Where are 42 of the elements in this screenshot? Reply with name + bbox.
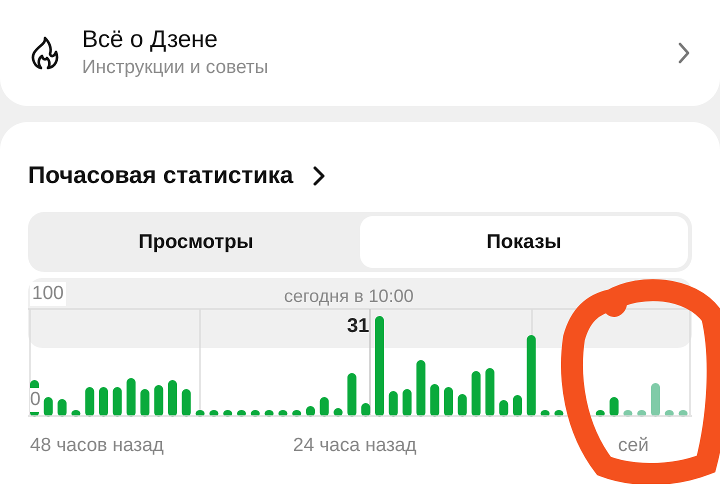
segment-tab[interactable]: Просмотры [32, 216, 360, 268]
chart-bar [126, 378, 136, 417]
chart-bar [513, 395, 522, 417]
chart-bar [416, 360, 426, 417]
chart-bar [610, 397, 619, 417]
chart-bar [44, 397, 53, 417]
tooltip-time: сегодня в 10:00 [284, 285, 414, 308]
axis-label: 0 [30, 388, 41, 412]
chart-bar [347, 373, 356, 417]
chart-bar [499, 400, 508, 417]
chart-bar [182, 389, 191, 417]
card-subtitle: Инструкции и советы [82, 56, 270, 80]
chart-bar [651, 383, 660, 417]
chart-bar [472, 371, 481, 417]
chart-bar [306, 406, 315, 417]
info-card[interactable]: Всё о Дзене Инструкции и советы [0, 0, 720, 106]
chart-bar [388, 391, 398, 417]
chart-bar [361, 403, 370, 417]
segment-tab[interactable]: Показы [360, 216, 688, 268]
tooltip-value: 31 [347, 314, 370, 338]
section-title: Почасовая статистика [28, 161, 294, 191]
chart-bar [58, 399, 67, 417]
axis-label: 100 [30, 282, 66, 306]
chart-bar [99, 387, 108, 417]
chart-bar [458, 394, 467, 417]
axis-label: сей [618, 434, 649, 458]
chart-bar [485, 368, 494, 417]
chevron-right-icon[interactable] [313, 166, 326, 186]
chart-bar [430, 384, 440, 417]
chevron-right-icon [678, 42, 690, 64]
chart-bar [85, 387, 94, 417]
flame-icon [30, 36, 60, 70]
axis-label: 24 часа назад [293, 434, 416, 458]
chart-bar [444, 387, 453, 417]
chart-bar [168, 380, 177, 417]
chart-bar [320, 397, 329, 417]
chart-bar [402, 389, 412, 417]
chart-bar [112, 387, 122, 417]
card-title: Всё о Дзене [82, 25, 219, 55]
chart-bar [140, 389, 150, 417]
chart-bar [154, 385, 164, 417]
axis-label: 48 часов назад [30, 434, 164, 458]
